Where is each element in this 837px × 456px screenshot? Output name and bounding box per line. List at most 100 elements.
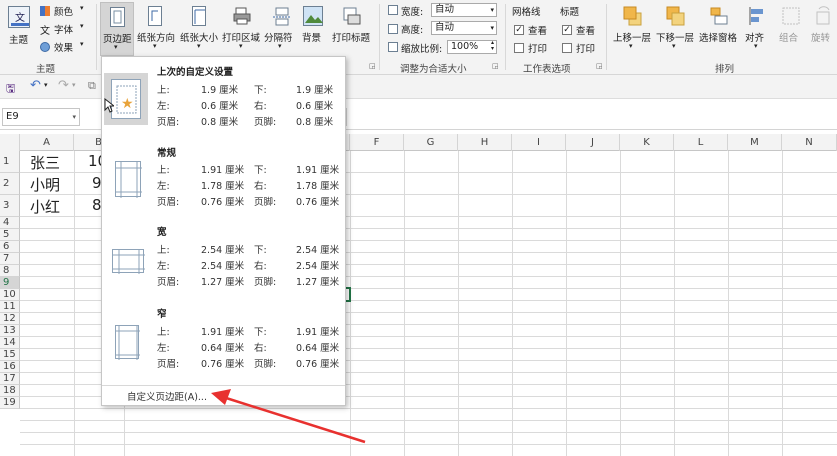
row-header-3[interactable]: 3: [0, 195, 20, 217]
scale-input[interactable]: 100% ▴ ▾: [447, 40, 497, 54]
row-header-7[interactable]: 7: [0, 253, 20, 265]
width-icon: [388, 5, 398, 15]
column-header-f[interactable]: F: [350, 134, 404, 151]
redo-icon[interactable]: ↷: [58, 78, 69, 93]
effects-label: 效果: [54, 43, 74, 54]
themes-button[interactable]: 文 主题: [6, 4, 32, 48]
row-header-14[interactable]: 14: [0, 337, 20, 349]
right-value: 2.54 厘米: [296, 261, 340, 272]
group-label: 组合: [779, 33, 799, 44]
print-area-button[interactable]: 打印区域 ▾: [222, 4, 262, 54]
bottom-label: 下:: [254, 327, 267, 338]
chevron-down-icon: ▾: [490, 6, 494, 14]
row-header-13[interactable]: 13: [0, 325, 20, 337]
row-header-16[interactable]: 16: [0, 361, 20, 373]
row-header-1[interactable]: 1: [0, 151, 20, 173]
chevron-down-icon: ▾: [629, 42, 633, 50]
right-value: 0.6 厘米: [296, 101, 334, 112]
bring-forward-button[interactable]: 上移一层 ▾: [612, 4, 654, 54]
height-value: 自动: [435, 22, 455, 33]
customize-icon[interactable]: ⧉: [88, 79, 96, 93]
column-header-g[interactable]: G: [404, 134, 458, 151]
column-header-l[interactable]: L: [674, 134, 728, 151]
row-header-12[interactable]: 12: [0, 313, 20, 325]
gridlines-print-checkbox[interactable]: [514, 43, 524, 53]
header-value: 0.76 厘米: [201, 197, 245, 208]
spinner-icon[interactable]: ▴ ▾: [491, 40, 494, 52]
height-select[interactable]: 自动 ▾: [431, 21, 497, 35]
colors-button[interactable]: 颜色 ▾: [40, 4, 90, 18]
row-header-17[interactable]: 17: [0, 373, 20, 385]
column-header-m[interactable]: M: [728, 134, 782, 151]
row-header-10[interactable]: 10: [0, 289, 20, 301]
chevron-down-icon: ▾: [114, 43, 118, 51]
top-value: 1.91 厘米: [201, 327, 245, 338]
top-label: 上:: [157, 327, 170, 338]
margins-button[interactable]: 页边距 ▾: [100, 2, 134, 56]
left-value: 1.78 厘米: [201, 181, 245, 192]
effects-button[interactable]: 效果 ▾: [40, 40, 90, 54]
margin-preset-narrow[interactable]: 窄 上: 1.91 厘米 下: 1.91 厘米 左: 0.64 厘米 右: 0.…: [104, 305, 343, 373]
breaks-button[interactable]: 分隔符 ▾: [264, 4, 298, 54]
send-backward-button[interactable]: 下移一层 ▾: [655, 4, 697, 54]
name-box[interactable]: E9 ▾: [2, 108, 80, 126]
gridlines-view-checkbox[interactable]: ✓: [514, 25, 524, 35]
cell-a3[interactable]: 小红: [30, 196, 60, 217]
column-header-k[interactable]: K: [620, 134, 674, 151]
dialog-launcher-icon[interactable]: ◲: [492, 62, 499, 70]
column-header-n[interactable]: N: [782, 134, 837, 151]
background-button[interactable]: 背景: [300, 4, 326, 54]
chevron-down-icon[interactable]: ▾: [72, 109, 76, 125]
align-button[interactable]: 对齐 ▾: [742, 4, 772, 54]
row-header-11[interactable]: 11: [0, 301, 20, 313]
orientation-button[interactable]: 纸张方向 ▾: [137, 4, 175, 54]
margin-preset-normal[interactable]: 常规 上: 1.91 厘米 下: 1.91 厘米 左: 1.78 厘米 右: 1…: [104, 143, 343, 211]
margin-preset-last-custom[interactable]: ★ 上次的自定义设置 上: 1.9 厘米 下: 1.9 厘米 左: 0.6 厘米…: [104, 63, 343, 131]
header-label: 页眉:: [157, 359, 180, 370]
row-header-5[interactable]: 5: [0, 229, 20, 241]
width-label: 宽度:: [401, 7, 424, 18]
header-value: 1.27 厘米: [201, 277, 245, 288]
row-header-15[interactable]: 15: [0, 349, 20, 361]
save-icon[interactable]: 🖫: [6, 80, 15, 99]
formula-input[interactable]: [346, 108, 835, 126]
cell-a1[interactable]: 张三: [30, 152, 60, 173]
undo-icon[interactable]: ↶: [30, 78, 41, 93]
dialog-launcher-icon[interactable]: ◲: [369, 62, 376, 70]
column-header-i[interactable]: I: [512, 134, 566, 151]
top-value: 1.9 厘米: [201, 85, 239, 96]
cell-a2[interactable]: 小明: [30, 174, 60, 195]
orientation-icon: [148, 6, 162, 26]
chevron-down-icon[interactable]: ▾: [44, 81, 48, 89]
gridlines-view-label: 查看: [528, 26, 548, 37]
right-label: 右:: [254, 101, 267, 112]
headings-print-checkbox[interactable]: [562, 43, 572, 53]
dialog-launcher-icon[interactable]: ◲: [596, 62, 603, 70]
size-button[interactable]: 纸张大小 ▾: [180, 4, 220, 54]
page-size-icon: [192, 6, 206, 26]
group-button[interactable]: 组合: [776, 4, 806, 54]
row-header-9[interactable]: 9: [0, 277, 20, 289]
row-header-2[interactable]: 2: [0, 173, 20, 195]
row-header-18[interactable]: 18: [0, 385, 20, 397]
chevron-down-icon: ▾: [239, 42, 243, 50]
selection-pane-button[interactable]: 选择窗格: [698, 4, 740, 54]
custom-margins-item[interactable]: 自定义页边距(A)...: [127, 389, 207, 403]
row-header-19[interactable]: 19: [0, 397, 20, 409]
print-titles-button[interactable]: 打印标题: [330, 4, 372, 54]
row-header-6[interactable]: 6: [0, 241, 20, 253]
group-separator: [505, 4, 506, 70]
headings-view-checkbox[interactable]: ✓: [562, 25, 572, 35]
bottom-value: 1.9 厘米: [296, 85, 334, 96]
column-header-h[interactable]: H: [458, 134, 512, 151]
row-header-4[interactable]: 4: [0, 217, 20, 229]
rotate-button[interactable]: 旋转: [808, 4, 837, 54]
column-header-a[interactable]: A: [20, 134, 74, 151]
margin-preset-wide[interactable]: 宽 上: 2.54 厘米 下: 2.54 厘米 左: 2.54 厘米 右: 2.…: [104, 223, 343, 291]
column-header-j[interactable]: J: [566, 134, 620, 151]
select-all-corner[interactable]: [0, 134, 20, 151]
fonts-button[interactable]: 文 字体 ▾: [40, 22, 90, 37]
width-select[interactable]: 自动 ▾: [431, 3, 497, 17]
chevron-down-icon[interactable]: ▾: [72, 81, 76, 89]
row-header-8[interactable]: 8: [0, 265, 20, 277]
